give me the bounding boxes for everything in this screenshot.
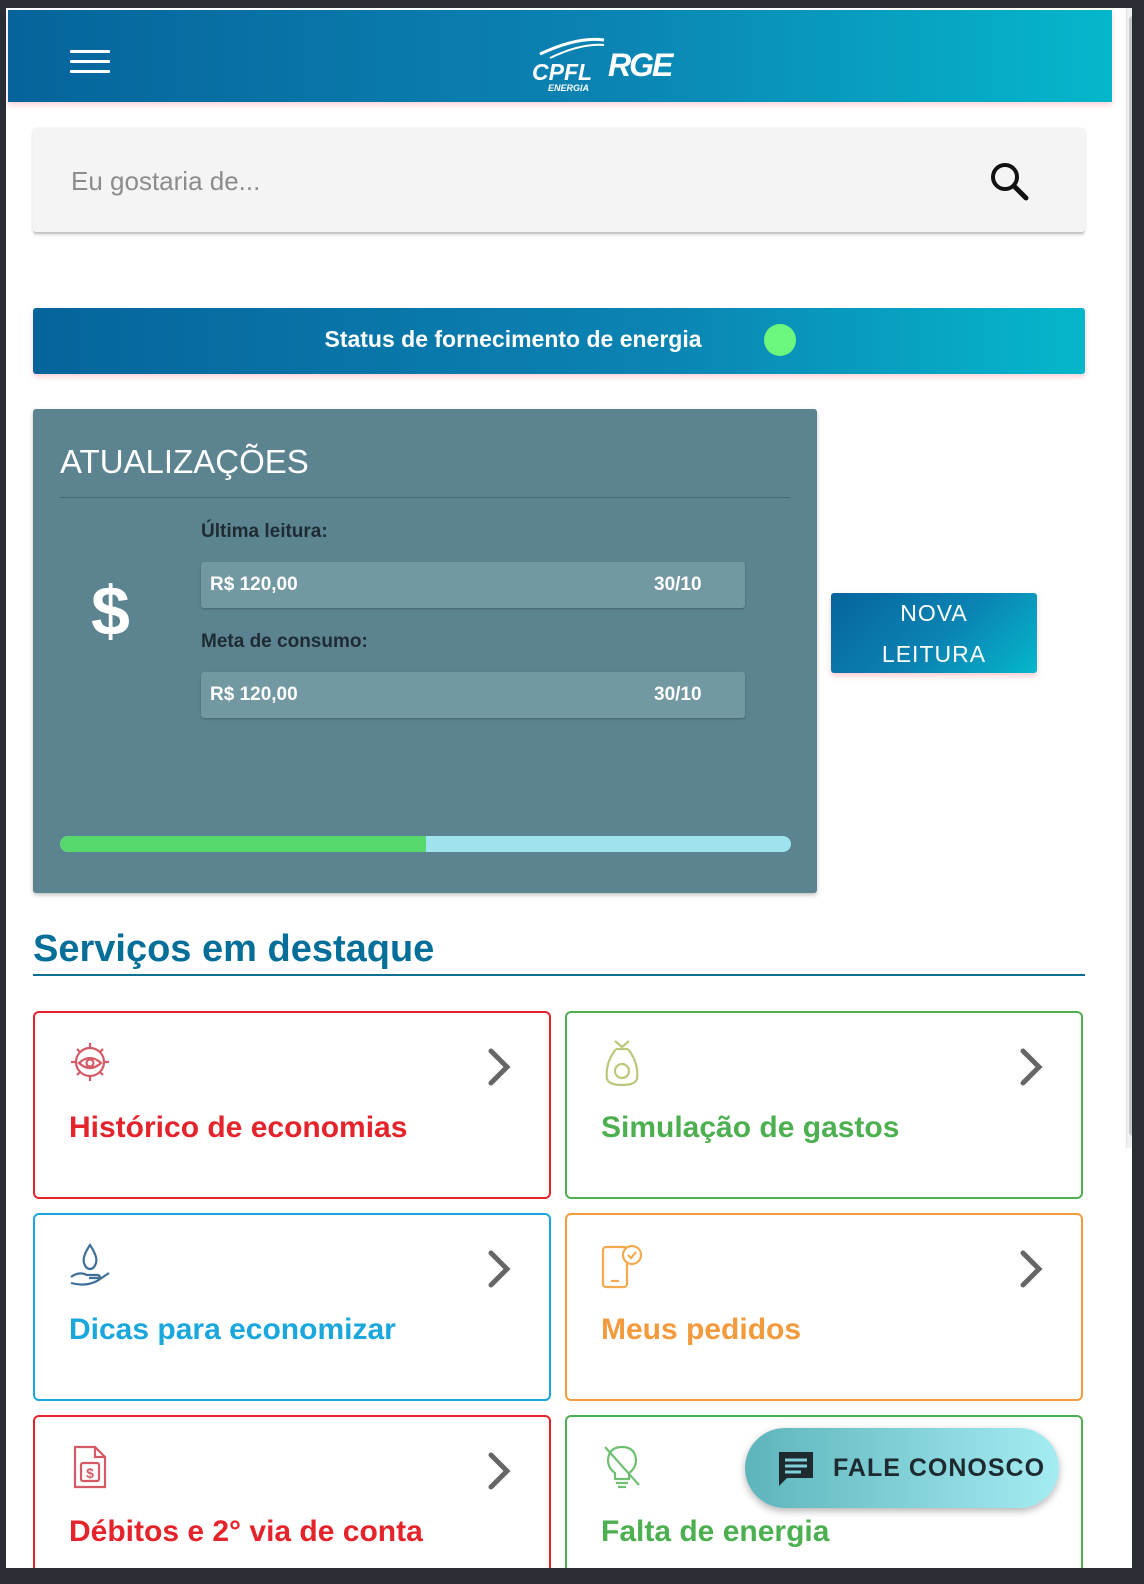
new-reading-label-line1: NOVA (900, 600, 968, 626)
service-card-saving-tips[interactable]: Dicas para economizar (33, 1213, 551, 1401)
service-label: Simulação de gastos (601, 1111, 900, 1144)
service-label: Meus pedidos (601, 1313, 802, 1346)
service-card-cost-simulation[interactable]: Simulação de gastos (565, 1011, 1083, 1199)
contact-us-label: FALE CONOSCO (833, 1454, 1046, 1482)
service-label: Débitos e 2° via de conta (69, 1515, 423, 1548)
chevron-right-icon (1020, 1048, 1043, 1086)
consumption-goal-date: 30/10 (654, 684, 702, 705)
updates-card: ATUALIZAÇÕES $ Última leitura: R$ 120,00… (33, 409, 817, 893)
chevron-right-icon (488, 1048, 511, 1086)
bulb-off-icon (604, 1445, 640, 1489)
search-icon[interactable] (986, 158, 1032, 204)
last-reading-box: R$ 120,00 30/10 (201, 562, 745, 608)
last-reading-label: Última leitura: (201, 521, 328, 542)
service-label: Falta de energia (601, 1515, 830, 1548)
consumption-goal-amount: R$ 120,00 (210, 684, 298, 705)
last-reading-date: 30/10 (654, 574, 702, 595)
scrollbar[interactable] (1126, 8, 1132, 1148)
chevron-right-icon (488, 1452, 511, 1490)
consumption-progress-bar (60, 836, 791, 852)
invoice-dollar-icon: $ (73, 1445, 107, 1489)
supply-status-indicator (764, 324, 796, 356)
last-reading-amount: R$ 120,00 (210, 574, 298, 595)
consumption-progress-fill (60, 836, 426, 852)
chat-icon (779, 1452, 813, 1486)
service-label: Dicas para economizar (69, 1313, 396, 1346)
logo-energia-text: ENERGIA (548, 83, 589, 93)
service-card-savings-history[interactable]: Histórico de economias (33, 1011, 551, 1199)
updates-title: ATUALIZAÇÕES (60, 443, 309, 480)
service-label: Histórico de economias (69, 1111, 408, 1144)
consumption-goal-box: R$ 120,00 30/10 (201, 672, 745, 718)
chevron-right-icon (1020, 1250, 1043, 1288)
logo-rge-text: RGE (608, 47, 675, 83)
cpfl-rge-logo: CPFL ENERGIA RGE (532, 37, 677, 93)
updates-divider (60, 497, 790, 498)
phone-check-icon (601, 1244, 643, 1289)
chevron-right-icon (488, 1250, 511, 1288)
supply-status-bar[interactable]: Status de fornecimento de energia (33, 308, 1085, 374)
consumption-goal-label: Meta de consumo: (201, 631, 368, 652)
new-reading-button[interactable]: NOVA LEITURA (831, 593, 1037, 673)
featured-services-title: Serviços em destaque (33, 928, 435, 970)
eye-gear-icon (71, 1043, 109, 1081)
app-header: CPFL ENERGIA RGE (8, 10, 1112, 102)
money-bag-icon (605, 1040, 639, 1087)
dollar-icon: $ (91, 572, 130, 650)
featured-services-underline (33, 974, 1085, 976)
search-box (33, 128, 1085, 234)
hand-drop-icon (70, 1243, 110, 1286)
new-reading-label-line2: LEITURA (881, 641, 987, 667)
contact-us-fab[interactable]: FALE CONOSCO (745, 1428, 1059, 1508)
svg-text:$: $ (86, 1465, 94, 1481)
app-viewport: CPFL ENERGIA RGE Status de fornecimento … (6, 8, 1132, 1568)
hamburger-menu-icon[interactable] (70, 50, 110, 78)
search-input[interactable] (71, 158, 951, 204)
supply-status-label: Status de fornecimento de energia (324, 326, 702, 352)
scrollbar-thumb[interactable] (1129, 16, 1132, 1136)
logo-cpfl-text: CPFL (532, 59, 592, 85)
service-card-my-orders[interactable]: Meus pedidos (565, 1213, 1083, 1401)
service-card-debts-invoice[interactable]: $ Débitos e 2° via de conta (33, 1415, 551, 1568)
